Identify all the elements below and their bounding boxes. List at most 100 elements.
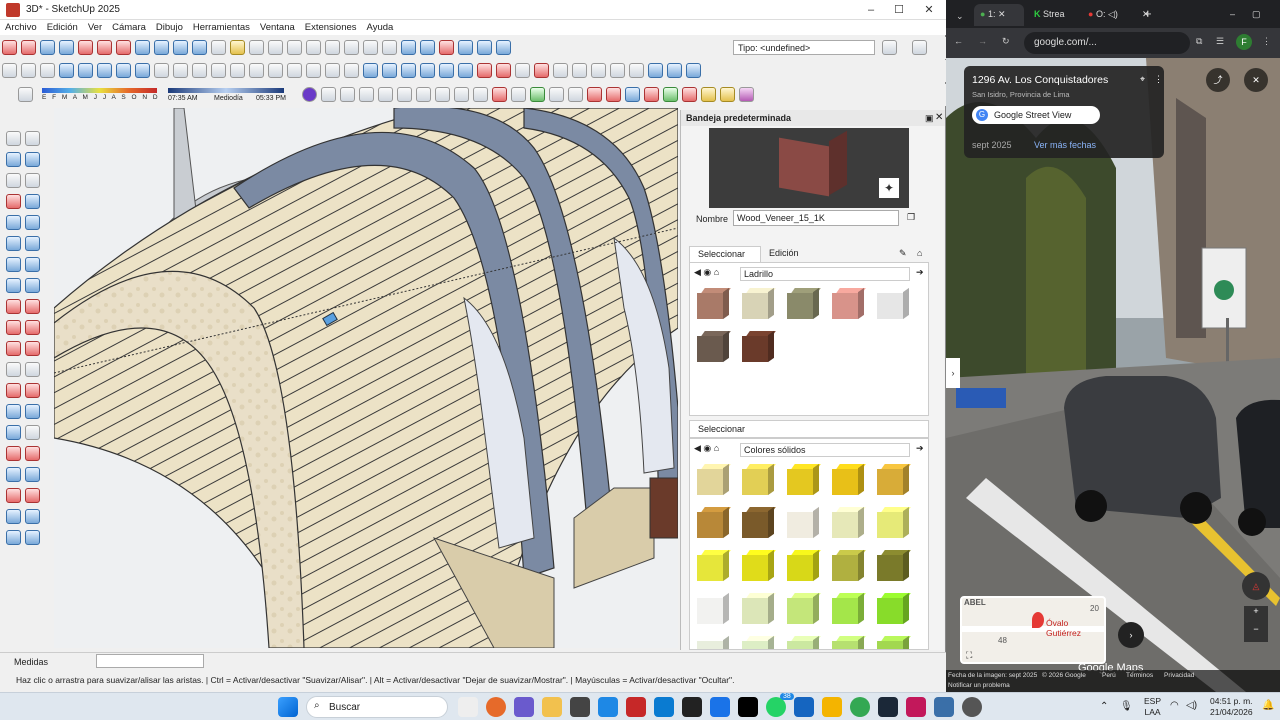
- split-icon[interactable]: [458, 63, 473, 78]
- new-tab-icon[interactable]: +: [1138, 1, 1158, 23]
- push-pull-icon[interactable]: [25, 299, 40, 314]
- solid-color-swatch[interactable]: [872, 504, 914, 544]
- section2-title[interactable]: Seleccionar: [689, 420, 929, 438]
- arc-icon[interactable]: [473, 87, 488, 102]
- stamp-icon[interactable]: [6, 530, 21, 545]
- section-tool-icon[interactable]: [6, 509, 21, 524]
- settings-icon[interactable]: [591, 63, 606, 78]
- zoom-ext-tool-icon[interactable]: [6, 467, 21, 482]
- orbit-icon[interactable]: [173, 40, 188, 55]
- union-icon[interactable]: [401, 63, 416, 78]
- file-explorer-icon[interactable]: [542, 697, 562, 717]
- offset-icon[interactable]: [25, 341, 40, 356]
- month-slider[interactable]: [42, 88, 157, 93]
- eraser-tool-icon[interactable]: [25, 152, 40, 167]
- checkmark-icon[interactable]: [882, 40, 897, 55]
- redo-icon[interactable]: [363, 40, 378, 55]
- library-dropdown-2[interactable]: Colores sólidos: [740, 443, 910, 457]
- brick-swatch[interactable]: [827, 285, 869, 325]
- type-field[interactable]: Tipo: <undefined>: [733, 40, 875, 55]
- acrobat-icon[interactable]: [906, 697, 926, 717]
- tool-red-2-icon[interactable]: [606, 87, 621, 102]
- shadows-icon[interactable]: [18, 87, 33, 102]
- tool-green-icon[interactable]: [663, 87, 678, 102]
- details-arrow-icon[interactable]: ➔: [916, 267, 924, 278]
- folder-task-icon[interactable]: [822, 697, 842, 717]
- notifications-icon[interactable]: 🔔: [1262, 700, 1274, 711]
- house-right-icon[interactable]: [306, 63, 321, 78]
- delete-icon[interactable]: [325, 40, 340, 55]
- tool-red-1-icon[interactable]: [587, 87, 602, 102]
- position-camera-icon[interactable]: [154, 40, 169, 55]
- chrome-minimize-button[interactable]: –: [1224, 4, 1241, 26]
- tool-blue-icon[interactable]: [625, 87, 640, 102]
- mini-map[interactable]: ABEL 48 20 Óvalo Gutiérrez ⛶: [960, 596, 1106, 664]
- measurements-input[interactable]: [96, 654, 204, 668]
- menu-ventana[interactable]: Ventana: [255, 20, 300, 35]
- solid-color-swatch[interactable]: [782, 547, 824, 587]
- polygon-icon[interactable]: [25, 236, 40, 251]
- monochrome-icon[interactable]: [230, 63, 245, 78]
- zoom-tool-icon[interactable]: [6, 446, 21, 461]
- eyedropper-icon[interactable]: ✎: [899, 248, 907, 259]
- shaded-icon[interactable]: [192, 63, 207, 78]
- details-arrow-2-icon[interactable]: ➔: [916, 443, 924, 454]
- gear-icon[interactable]: [416, 87, 431, 102]
- solid-color-swatch[interactable]: [782, 633, 824, 649]
- undo-icon[interactable]: [344, 40, 359, 55]
- save-icon[interactable]: [249, 40, 264, 55]
- solid-color-swatch[interactable]: [737, 633, 779, 649]
- zoom-in-button[interactable]: +: [1244, 606, 1268, 624]
- tool-purple-icon[interactable]: [739, 87, 754, 102]
- 3d-text-icon[interactable]: [458, 40, 473, 55]
- protractor-icon[interactable]: [25, 362, 40, 377]
- wireframe-icon[interactable]: [154, 63, 169, 78]
- look-around-icon[interactable]: [135, 40, 150, 55]
- outer-shell-icon[interactable]: [363, 63, 378, 78]
- rotated-rect-icon[interactable]: [25, 215, 40, 230]
- hide-icon[interactable]: [40, 63, 55, 78]
- arc-tool-icon[interactable]: [6, 257, 21, 272]
- brick-swatch[interactable]: [692, 285, 734, 325]
- hidden-line-icon[interactable]: [173, 63, 188, 78]
- language-indicator[interactable]: ESP LAA: [1144, 696, 1161, 718]
- search-box[interactable]: Buscar: [306, 696, 448, 718]
- solid-color-swatch[interactable]: [737, 461, 779, 501]
- footer-report[interactable]: Notificar un problema: [948, 682, 1010, 689]
- cube-dark-icon[interactable]: [435, 87, 450, 102]
- start-icon[interactable]: [278, 697, 298, 717]
- tape-icon[interactable]: [6, 362, 21, 377]
- edge-alt-icon[interactable]: [710, 697, 730, 717]
- solid-color-swatch[interactable]: [692, 633, 734, 649]
- solid-color-swatch[interactable]: [872, 633, 914, 649]
- display-section-icon[interactable]: [420, 40, 435, 55]
- app-dark-icon[interactable]: [570, 697, 590, 717]
- shield-icon[interactable]: [492, 87, 507, 102]
- brick-swatch[interactable]: [737, 328, 779, 368]
- house-top-icon[interactable]: [325, 63, 340, 78]
- minimize-button[interactable]: –: [856, 0, 886, 20]
- steam-icon[interactable]: [878, 697, 898, 717]
- camera-top-icon[interactable]: [78, 63, 93, 78]
- tray-pin-icon[interactable]: ▣: [925, 113, 934, 124]
- clock[interactable]: 04:51 p. m. 21/04/2026: [1210, 696, 1253, 718]
- next-arrow-icon[interactable]: ›: [1118, 622, 1144, 648]
- zoom-extents-icon[interactable]: [78, 40, 93, 55]
- card-menu-icon[interactable]: ⋮: [1154, 74, 1163, 85]
- drop-2-icon[interactable]: [648, 63, 663, 78]
- zoom-icon[interactable]: [40, 40, 55, 55]
- line-icon[interactable]: [6, 194, 21, 209]
- curve-icon[interactable]: [568, 87, 583, 102]
- sidebar-icon[interactable]: ☰: [1216, 36, 1224, 47]
- move-icon[interactable]: [6, 299, 21, 314]
- user-icon[interactable]: [21, 63, 36, 78]
- model-info-icon[interactable]: [2, 63, 17, 78]
- cube-outline-icon[interactable]: [454, 87, 469, 102]
- solid-color-swatch[interactable]: [827, 461, 869, 501]
- chrome-icon[interactable]: [850, 697, 870, 717]
- tool-red-3-icon[interactable]: [644, 87, 659, 102]
- close-button[interactable]: ✕: [914, 0, 944, 20]
- close-sv-icon[interactable]: ✕: [1244, 68, 1268, 92]
- footer-privacy[interactable]: Privacidad: [1164, 672, 1194, 679]
- share-icon[interactable]: ⤴: [1206, 68, 1230, 92]
